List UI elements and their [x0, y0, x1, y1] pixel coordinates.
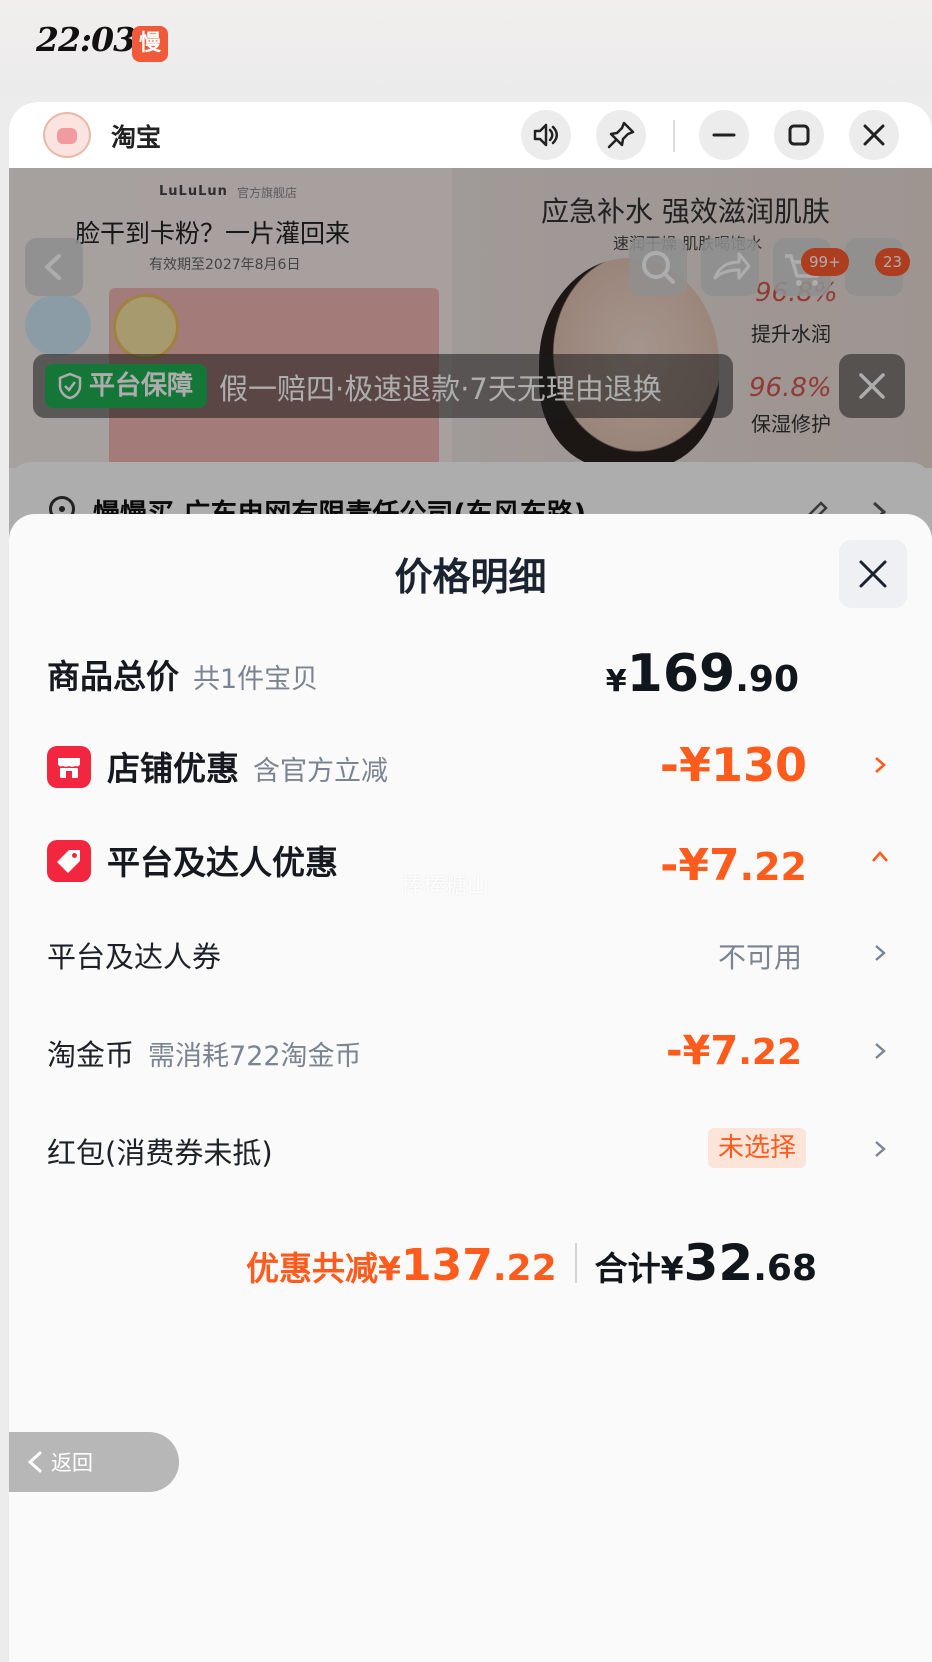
- sheet-close-button[interactable]: [839, 540, 907, 608]
- taobao-app-icon: [43, 112, 91, 158]
- store-icon: [58, 758, 80, 778]
- pin-icon: [607, 121, 635, 149]
- watermark: 棒棒糖山: [401, 874, 490, 899]
- pin-button[interactable]: [596, 110, 646, 160]
- chevron-right-icon: [875, 945, 886, 961]
- sound-button[interactable]: [521, 110, 571, 160]
- platform-discount-label: 平台及达人优惠: [107, 843, 338, 882]
- goods-count: 共1件宝贝: [193, 664, 319, 695]
- total-discount-integer: 137: [401, 1240, 493, 1291]
- taojinbi-sub: 需消耗722淘金币: [148, 1041, 362, 1072]
- back-button-label: 返回: [51, 1451, 93, 1475]
- close-window-button[interactable]: [849, 110, 899, 160]
- red-packet-label: 红包(消费券未抵): [47, 1136, 273, 1170]
- taojinbi-label-wrap: 淘金币 需消耗722淘金币: [47, 1032, 362, 1074]
- total-label: 合计¥: [594, 1249, 684, 1288]
- goods-total-price: ¥169.90: [606, 644, 799, 704]
- platform-discount-integer: -¥7: [660, 840, 740, 891]
- close-icon: [859, 560, 887, 588]
- chevron-right-icon: [875, 757, 886, 773]
- chevron-right-icon: [875, 1043, 886, 1059]
- chevron-left-icon: [27, 1451, 42, 1473]
- maximize-icon: [788, 124, 810, 146]
- red-packet-status: 未选择: [707, 1128, 806, 1168]
- shop-discount-label: 店铺优惠: [107, 749, 239, 788]
- price-summary: 优惠共减¥ 137 .22 合计¥ 32 .68: [246, 1234, 817, 1292]
- floating-back-button[interactable]: 返回: [9, 1432, 179, 1492]
- taojinbi-value: -¥7.22: [666, 1028, 802, 1074]
- window-titlebar: 淘宝: [9, 102, 932, 168]
- taojinbi-decimal: .22: [738, 1032, 802, 1073]
- window-title: 淘宝: [111, 123, 162, 152]
- platform-coupon-label: 平台及达人券: [47, 940, 222, 974]
- taojinbi-integer: -¥7: [665, 1028, 739, 1074]
- price-integer: 169: [626, 644, 736, 704]
- total-decimal: .68: [753, 1248, 817, 1289]
- minimize-icon: [712, 133, 736, 137]
- goods-total-label: 商品总价: [47, 657, 179, 696]
- minimize-button[interactable]: [699, 110, 749, 160]
- platform-discount-decimal: .22: [739, 845, 807, 889]
- status-time: 22:03: [36, 20, 136, 59]
- price-decimal: .90: [735, 659, 799, 700]
- chevron-right-icon: [875, 1141, 886, 1157]
- sheet-title: 价格明细: [394, 555, 547, 599]
- total-integer: 32: [683, 1234, 754, 1292]
- shop-icon: [47, 746, 91, 788]
- summary-divider: [574, 1243, 577, 1283]
- platform-coupon-value: 不可用: [717, 941, 802, 974]
- shop-discount-sub: 含官方立减: [253, 756, 388, 787]
- total-discount-decimal: .22: [492, 1248, 557, 1289]
- platform-icon: [47, 840, 91, 882]
- app-window: LuLuLun 官方旗舰店 脸干到卡粉？一片灌回来 有效期至2027年8月6日 …: [9, 102, 932, 1662]
- shop-discount-value: -¥130: [659, 738, 807, 792]
- goods-total-label-wrap: 商品总价 共1件宝贝: [47, 650, 318, 698]
- maximize-button[interactable]: [774, 110, 824, 160]
- platform-discount-value: -¥7.22: [660, 840, 807, 891]
- slow-app-badge: 慢: [132, 26, 168, 62]
- chevron-up-icon: [872, 851, 888, 862]
- status-bar: 22:03 慢: [0, 0, 932, 95]
- total-discount-label: 优惠共减¥: [246, 1249, 402, 1288]
- shop-discount-label-wrap: 店铺优惠 含官方立减: [107, 742, 388, 790]
- taojinbi-label: 淘金币: [47, 1038, 135, 1072]
- close-icon: [863, 124, 885, 146]
- titlebar-separator: [673, 120, 675, 152]
- speaker-icon: [533, 123, 558, 147]
- tag-icon: [57, 850, 80, 873]
- currency-symbol: ¥: [605, 664, 627, 699]
